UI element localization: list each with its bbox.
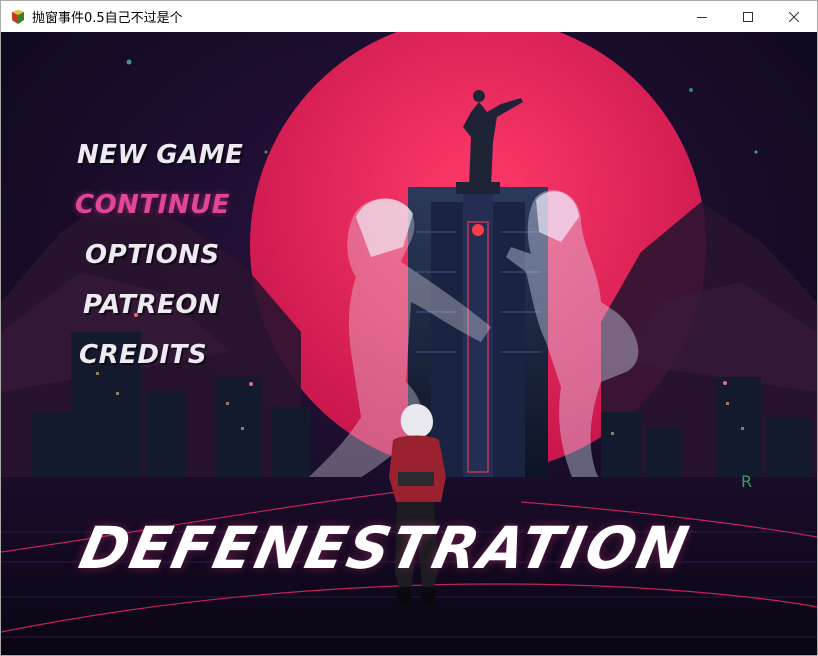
app-window: 抛窗事件0.5自己不过是个 R NEW GAME CONTINUE OPTION… xyxy=(0,0,818,656)
credits-button[interactable]: CREDITS xyxy=(79,340,207,370)
game-screen: R NEW GAME CONTINUE OPTIONS PATREON CRED… xyxy=(1,32,817,655)
continue-button[interactable]: CONTINUE xyxy=(75,190,230,220)
window-title: 抛窗事件0.5自己不过是个 xyxy=(32,11,183,26)
close-button[interactable] xyxy=(771,1,817,32)
app-icon xyxy=(12,9,24,24)
title-bar[interactable]: 抛窗事件0.5自己不过是个 xyxy=(1,1,817,32)
minimize-button[interactable] xyxy=(679,1,725,32)
maximize-icon xyxy=(743,11,753,22)
new-game-button[interactable]: NEW GAME xyxy=(77,140,243,170)
maximize-button[interactable] xyxy=(725,1,771,32)
svg-text:R: R xyxy=(741,472,752,491)
game-logo: DEFENESTRATION xyxy=(73,514,696,582)
close-icon xyxy=(789,11,799,22)
patreon-button[interactable]: PATREON xyxy=(83,290,220,320)
minimize-icon xyxy=(697,16,707,18)
options-button[interactable]: OPTIONS xyxy=(85,240,220,270)
